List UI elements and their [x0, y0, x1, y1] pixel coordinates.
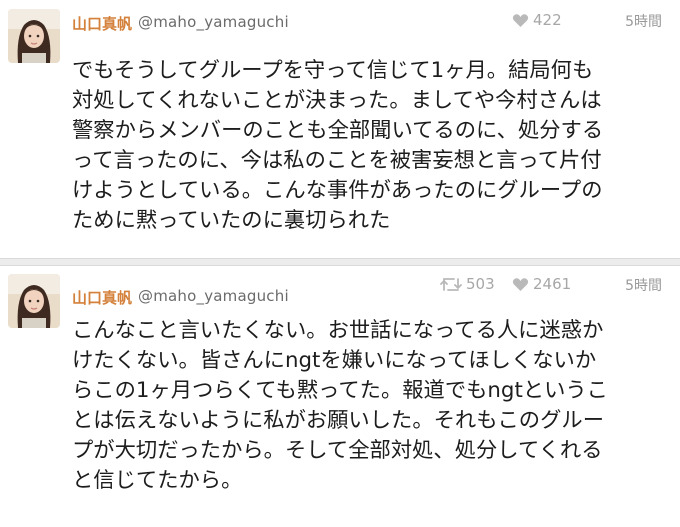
tweet-separator — [0, 258, 680, 266]
tweet-text-line: ために黙っていたのに裏切られた — [72, 208, 391, 233]
retweet-stat[interactable]: 503 — [440, 275, 495, 293]
timestamp[interactable]: 5時間 — [625, 11, 662, 31]
avatar-image — [8, 274, 60, 328]
retweet-count: 503 — [466, 275, 495, 293]
username[interactable]: @maho_yamaguchi — [138, 13, 289, 31]
tweet-text-line: こんなこと言いたくない。お世話になってる人に迷惑か — [72, 318, 604, 343]
tweet-card[interactable]: 山口真帆 @maho_yamaguchi 503 2461 5時間 こんなこと言… — [0, 266, 680, 527]
display-name[interactable]: 山口真帆 — [72, 13, 132, 34]
like-stat[interactable]: 422 — [512, 11, 562, 29]
tweet-text-line: と信じてたから。 — [72, 468, 243, 493]
like-count: 422 — [533, 11, 562, 29]
retweet-icon — [440, 277, 462, 291]
tweet-text-line: けたくない。皆さんにngtを嫌いになってほしくないか — [72, 348, 597, 373]
tweet-text-line: けようとしている。こんな事件があったのにグループの — [72, 178, 603, 203]
username[interactable]: @maho_yamaguchi — [138, 287, 289, 305]
tweet-text-line: プが大切だったから。そして全部対処、処分してくれる — [72, 438, 603, 463]
heart-icon — [512, 277, 529, 291]
display-name[interactable]: 山口真帆 — [72, 287, 132, 308]
tweet-text-line: でもそうしてグループを守って信じて1ヶ月。結局何も — [72, 58, 594, 83]
timestamp[interactable]: 5時間 — [625, 275, 662, 295]
tweet-text-line: とは伝えないように私がお願いした。それもこのグルー — [72, 408, 604, 433]
avatar[interactable] — [8, 9, 60, 63]
avatar[interactable] — [8, 274, 60, 328]
tweet-text: こんなこと言いたくない。お世話になってる人に迷惑か けたくない。皆さんにngtを… — [72, 316, 672, 496]
tweet-text: でもそうしてグループを守って信じて1ヶ月。結局何も 対処してくれないことが決まっ… — [72, 56, 672, 236]
like-stat[interactable]: 2461 — [512, 275, 571, 293]
tweet-text-line: らこの1ヶ月つらくても黙ってた。報道でもngtというこ — [72, 378, 608, 403]
tweet-card[interactable]: 山口真帆 @maho_yamaguchi 422 5時間 でもそうしてグループを… — [0, 0, 680, 258]
avatar-image — [8, 9, 60, 63]
tweet-text-line: って言ったのに、今は私のことを被害妄想と言って片付 — [72, 148, 602, 173]
tweet-text-line: 対処してくれないことが決まった。ましてや今村さんは — [72, 88, 602, 113]
tweet-text-line: 警察からメンバーのことも全部聞いてるのに、処分する — [72, 118, 604, 143]
heart-icon — [512, 13, 529, 27]
like-count: 2461 — [533, 275, 572, 293]
tweet-feed: 山口真帆 @maho_yamaguchi 422 5時間 でもそうしてグループを… — [0, 0, 680, 527]
